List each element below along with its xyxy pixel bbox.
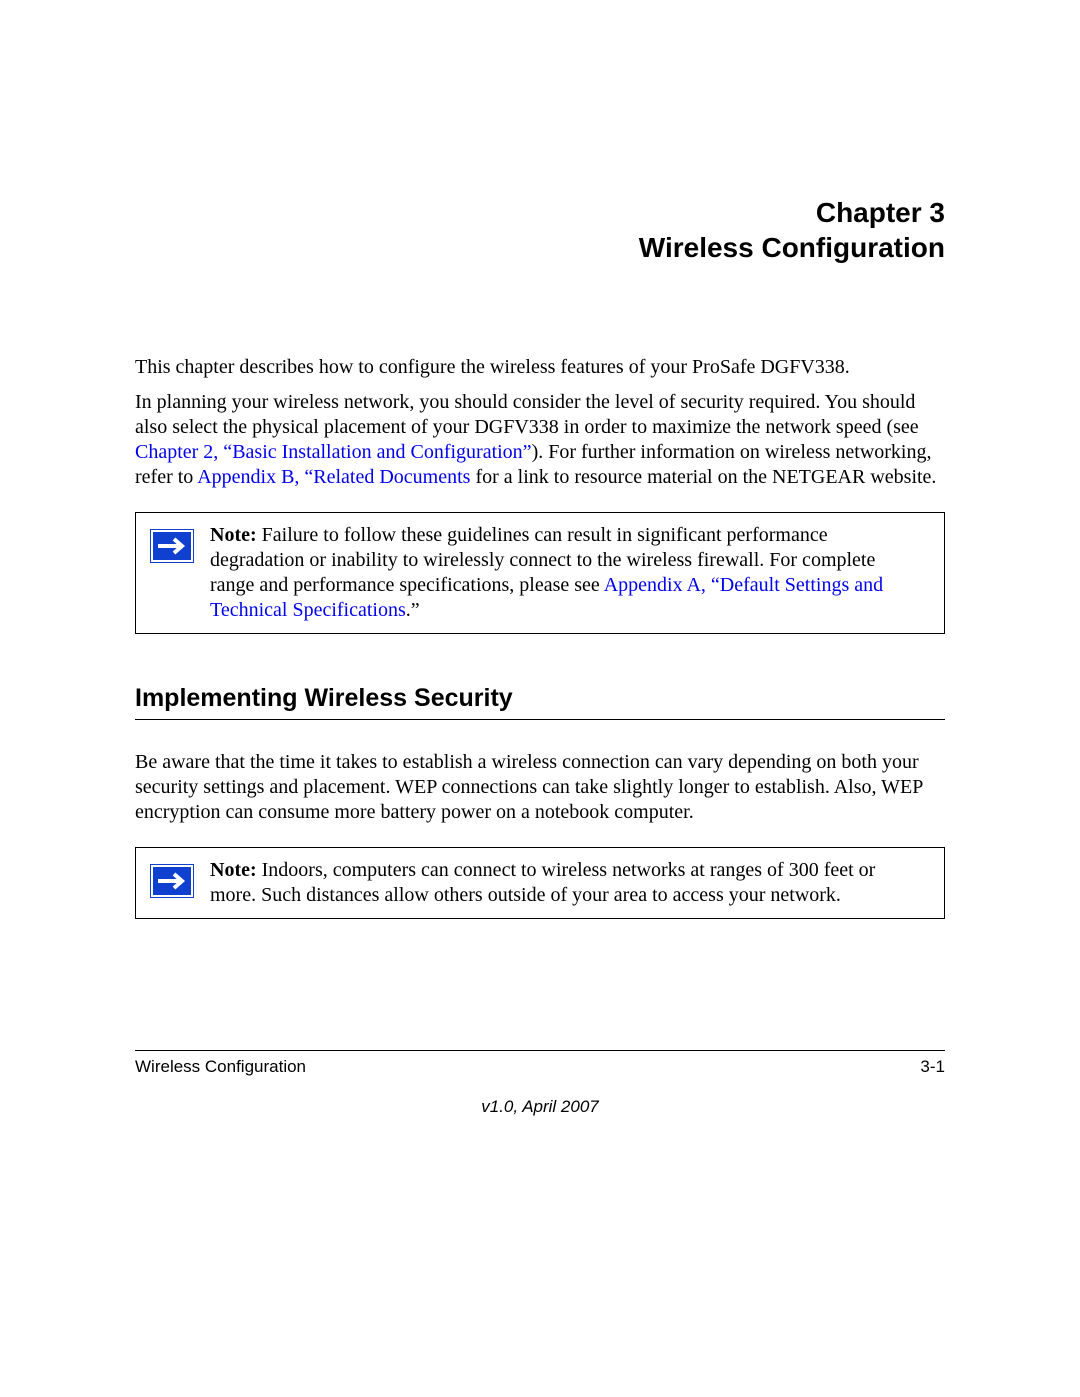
footer-rule bbox=[135, 1050, 945, 1051]
footer-row: Wireless Configuration 3-1 bbox=[135, 1057, 945, 1077]
note-box-2: Note: Indoors, computers can connect to … bbox=[135, 847, 945, 919]
note-1-label: Note: bbox=[210, 524, 257, 546]
intro-p2-part-a: In planning your wireless network, you s… bbox=[135, 391, 919, 438]
footer-page-number: 3-1 bbox=[920, 1057, 945, 1077]
link-chapter-2[interactable]: Chapter 2, “Basic Installation and Confi… bbox=[135, 441, 532, 463]
note-2-text: Note: Indoors, computers can connect to … bbox=[206, 858, 922, 908]
arrow-right-icon bbox=[150, 864, 194, 898]
arrow-right-icon bbox=[150, 529, 194, 563]
intro-paragraph-1: This chapter describes how to configure … bbox=[135, 355, 945, 380]
footer-version: v1.0, April 2007 bbox=[135, 1097, 945, 1117]
note-box-1: Note: Failure to follow these guidelines… bbox=[135, 512, 945, 634]
page-footer: Wireless Configuration 3-1 v1.0, April 2… bbox=[135, 1050, 945, 1117]
chapter-number: Chapter 3 bbox=[135, 195, 945, 230]
footer-left: Wireless Configuration bbox=[135, 1057, 306, 1077]
link-appendix-b[interactable]: Appendix B, “Related Documents bbox=[197, 466, 470, 488]
intro-paragraph-2: In planning your wireless network, you s… bbox=[135, 390, 945, 490]
note-1-text: Note: Failure to follow these guidelines… bbox=[206, 523, 922, 623]
note-1-body-b: .” bbox=[406, 599, 420, 621]
section-heading: Implementing Wireless Security bbox=[135, 684, 945, 720]
section-paragraph-1: Be aware that the time it takes to estab… bbox=[135, 750, 945, 825]
intro-p2-part-c: for a link to resource material on the N… bbox=[470, 466, 936, 488]
chapter-title: Wireless Configuration bbox=[135, 230, 945, 265]
chapter-heading: Chapter 3 Wireless Configuration bbox=[135, 195, 945, 265]
page: Chapter 3 Wireless Configuration This ch… bbox=[0, 0, 1080, 1397]
note-2-label: Note: bbox=[210, 859, 257, 881]
note-2-body: Indoors, computers can connect to wirele… bbox=[210, 859, 875, 906]
